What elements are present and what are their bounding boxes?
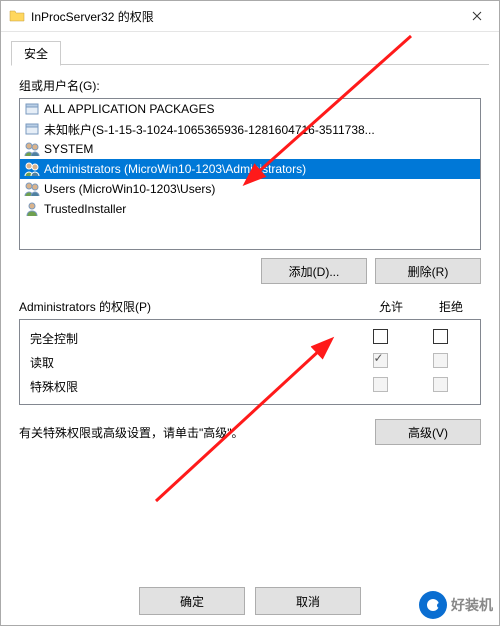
close-button[interactable] bbox=[454, 1, 499, 31]
permission-row: 特殊权限 bbox=[20, 374, 480, 398]
folder-icon bbox=[9, 8, 25, 24]
title-bar: InProcServer32 的权限 bbox=[1, 1, 499, 32]
list-item[interactable]: SYSTEM bbox=[20, 139, 480, 159]
column-allow-label: 允许 bbox=[361, 298, 421, 315]
add-remove-row: 添加(D)... 删除(R) bbox=[19, 258, 481, 284]
permission-name: 完全控制 bbox=[30, 330, 350, 347]
list-item[interactable]: 未知帐户(S-1-15-3-1024-1065365936-1281604716… bbox=[20, 119, 480, 139]
list-item[interactable]: TrustedInstaller bbox=[20, 199, 480, 219]
allow-checkbox bbox=[373, 377, 388, 392]
allow-checkbox bbox=[373, 353, 388, 368]
permission-name: 特殊权限 bbox=[30, 378, 350, 395]
permission-row: 读取 bbox=[20, 350, 480, 374]
ok-button[interactable]: 确定 bbox=[139, 587, 245, 615]
package-icon bbox=[24, 121, 40, 137]
people-icon bbox=[24, 161, 40, 177]
tab-security[interactable]: 安全 bbox=[11, 41, 61, 66]
list-item-label: Users (MicroWin10-1203\Users) bbox=[44, 182, 215, 196]
person-icon bbox=[24, 201, 40, 217]
watermark-text: 好装机 bbox=[451, 595, 493, 615]
list-item[interactable]: ALL APPLICATION PACKAGES bbox=[20, 99, 480, 119]
group-users-label: 组或用户名(G): bbox=[19, 77, 481, 94]
permission-allow-cell bbox=[350, 377, 410, 395]
list-item-label: SYSTEM bbox=[44, 142, 93, 156]
permissions-title: Administrators 的权限(P) bbox=[19, 298, 361, 315]
list-item-label: TrustedInstaller bbox=[44, 202, 126, 216]
tab-strip: 安全 bbox=[1, 32, 499, 65]
watermark: 好装机 bbox=[419, 591, 493, 619]
advanced-hint-text: 有关特殊权限或高级设置，请单击"高级"。 bbox=[19, 424, 375, 441]
permission-deny-cell bbox=[410, 377, 470, 395]
advanced-button[interactable]: 高级(V) bbox=[375, 419, 481, 445]
dialog-title: InProcServer32 的权限 bbox=[31, 8, 454, 25]
deny-checkbox bbox=[433, 353, 448, 368]
list-item-label: Administrators (MicroWin10-1203\Administ… bbox=[44, 162, 306, 176]
list-item[interactable]: Administrators (MicroWin10-1203\Administ… bbox=[20, 159, 480, 179]
dialog-window: InProcServer32 的权限 安全 组或用户名(G): ALL APPL… bbox=[0, 0, 500, 626]
package-icon bbox=[24, 101, 40, 117]
deny-checkbox[interactable] bbox=[433, 329, 448, 344]
content-area: 组或用户名(G): ALL APPLICATION PACKAGES 未知帐户(S… bbox=[1, 65, 499, 455]
tab-divider bbox=[11, 64, 489, 65]
advanced-row: 有关特殊权限或高级设置，请单击"高级"。 高级(V) bbox=[19, 419, 481, 445]
watermark-icon bbox=[419, 591, 447, 619]
permission-row: 完全控制 bbox=[20, 326, 480, 350]
permission-name: 读取 bbox=[30, 354, 350, 371]
cancel-button[interactable]: 取消 bbox=[255, 587, 361, 615]
people-icon bbox=[24, 181, 40, 197]
permission-deny-cell bbox=[410, 353, 470, 371]
remove-button[interactable]: 删除(R) bbox=[375, 258, 481, 284]
allow-checkbox[interactable] bbox=[373, 329, 388, 344]
people-icon bbox=[24, 141, 40, 157]
users-listbox[interactable]: ALL APPLICATION PACKAGES 未知帐户(S-1-15-3-10… bbox=[19, 98, 481, 250]
list-item[interactable]: Users (MicroWin10-1203\Users) bbox=[20, 179, 480, 199]
permissions-listbox: 完全控制读取特殊权限 bbox=[19, 319, 481, 405]
list-item-label: ALL APPLICATION PACKAGES bbox=[44, 102, 215, 116]
add-button[interactable]: 添加(D)... bbox=[261, 258, 367, 284]
list-item-label: 未知帐户(S-1-15-3-1024-1065365936-1281604716… bbox=[44, 121, 375, 138]
permissions-header: Administrators 的权限(P) 允许 拒绝 bbox=[19, 298, 481, 315]
column-deny-label: 拒绝 bbox=[421, 298, 481, 315]
permission-deny-cell bbox=[410, 329, 470, 347]
permission-allow-cell bbox=[350, 353, 410, 371]
deny-checkbox bbox=[433, 377, 448, 392]
permission-allow-cell bbox=[350, 329, 410, 347]
